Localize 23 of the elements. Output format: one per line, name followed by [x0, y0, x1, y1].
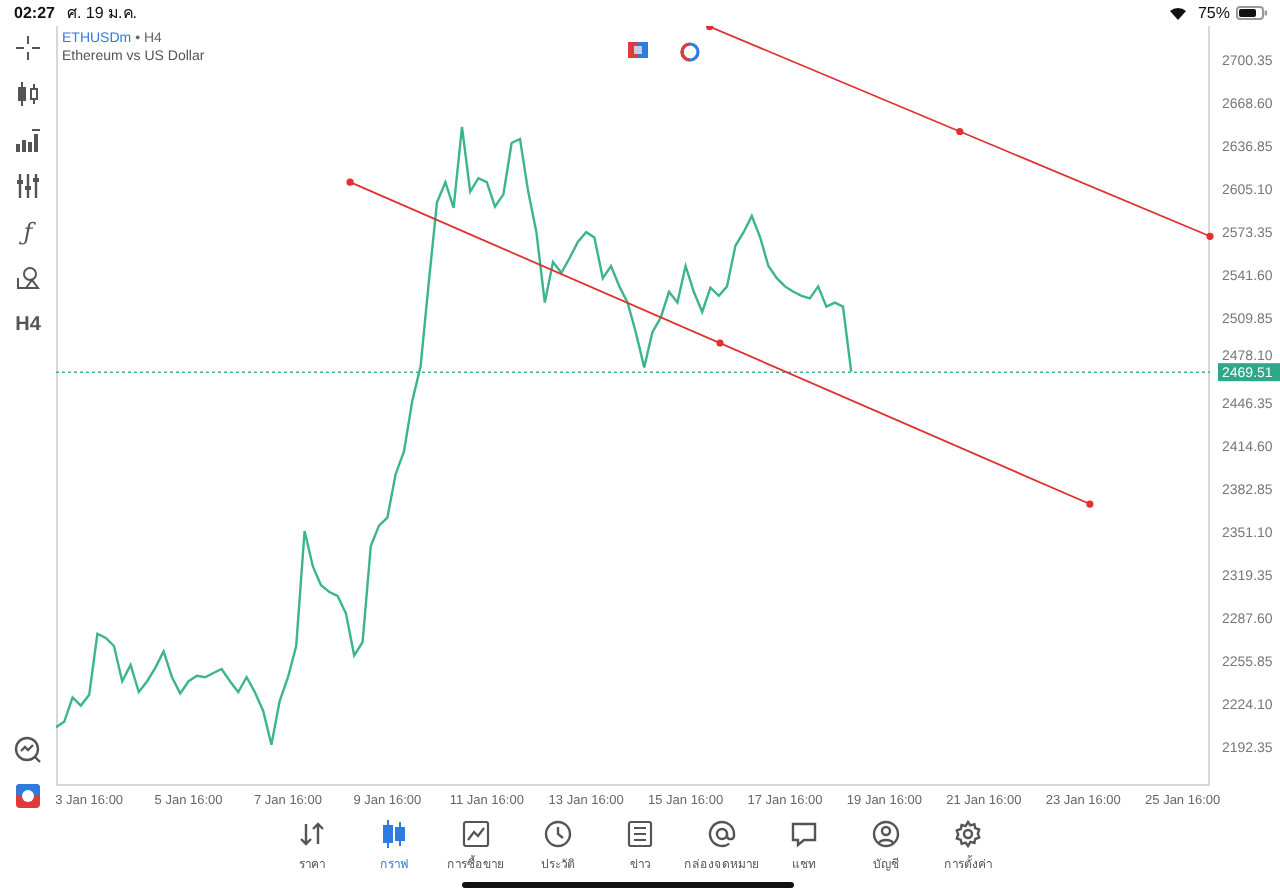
volume-bars-icon[interactable] [16, 128, 40, 152]
crosshair-icon[interactable] [16, 36, 40, 60]
battery-percent: 75% [1197, 4, 1230, 22]
line-chart-icon [462, 820, 490, 848]
candlestick-icon[interactable] [16, 82, 40, 106]
battery-icon [1236, 6, 1268, 20]
status-time: 02:27 [14, 4, 55, 22]
shapes-icon[interactable] [16, 266, 40, 290]
sliders-icon[interactable] [16, 174, 40, 198]
newspaper-icon [626, 820, 654, 848]
status-date: ศ. 19 ม.ค. [66, 2, 137, 26]
toolbar-button[interactable]: H4 [14, 310, 42, 338]
wifi-icon [1169, 6, 1186, 20]
app-logo-icon[interactable] [16, 784, 40, 808]
toggle-icon[interactable] [628, 42, 648, 58]
at-sign-icon [708, 820, 736, 848]
toolbar-button[interactable]: ƒ [14, 218, 42, 246]
chat-bubble-icon [790, 820, 818, 848]
chart-check-icon[interactable] [14, 736, 42, 764]
user-icon [872, 820, 900, 848]
arrows-icon [298, 820, 326, 848]
candlestick-icon [380, 820, 408, 848]
settings-icon [954, 820, 982, 848]
